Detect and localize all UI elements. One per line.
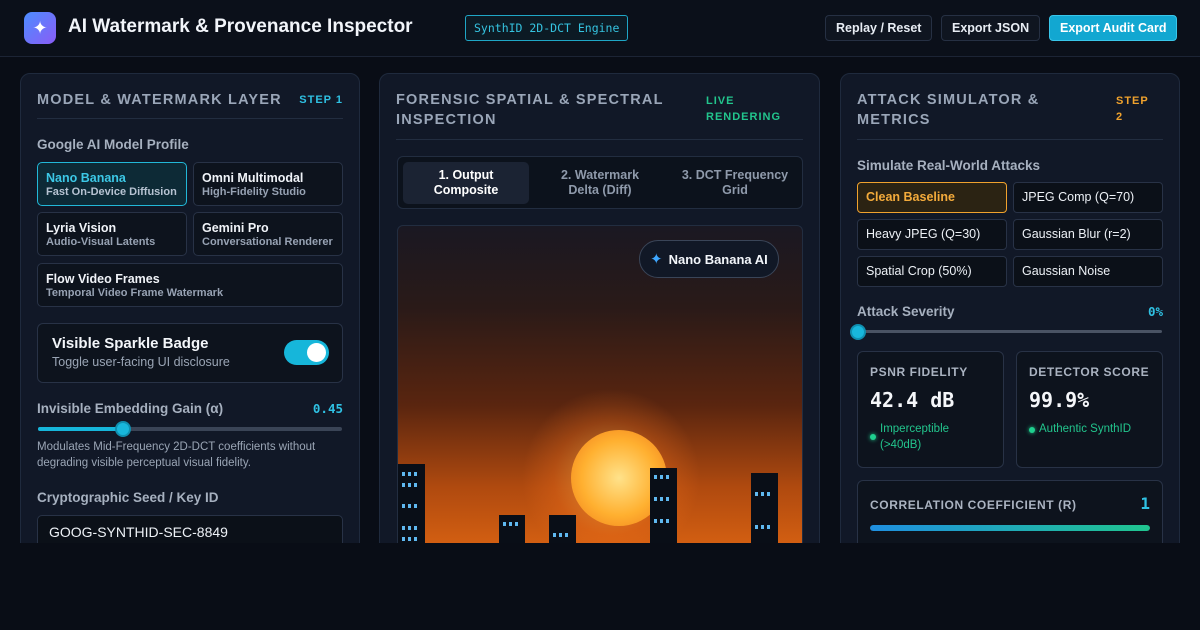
tab-dct-frequency-grid[interactable]: 3. DCT Frequency Grid [670,162,800,204]
correlation-title: CORRELATION COEFFICIENT (R) [870,498,1077,512]
sparkle-logo-icon: ✦ [24,12,56,44]
attack-heavy-jpeg-button[interactable]: Heavy JPEG (Q=30) [857,219,1007,250]
tab-label-line-1: 3. DCT Frequency [681,168,789,182]
psnr-title: PSNR FIDELITY [870,365,968,379]
psnr-metric-card: PSNR FIDELITY 42.4 dB Imperceptible (>40… [857,351,1004,468]
detector-metric-card: DETECTOR SCORE 99.9% Authentic SynthID [1016,351,1163,468]
model-profile-label: Google AI Model Profile [37,137,189,152]
model-name: Lyria Vision [46,221,117,235]
sparkle-badge-toggle[interactable] [284,340,329,365]
model-name: Flow Video Frames [46,272,160,286]
export-audit-card-button[interactable]: Export Audit Card [1049,15,1178,41]
gain-label: Invisible Embedding Gain (α) [37,401,224,416]
tab-label-line-2: Delta (Diff) [568,183,632,197]
model-desc: Temporal Video Frame Watermark [46,287,224,299]
gain-slider[interactable] [38,421,342,437]
sparkle-badge-setting: Visible Sparkle Badge Toggle user-facing… [37,323,343,383]
attack-jpeg-70-button[interactable]: JPEG Comp (Q=70) [1013,182,1163,213]
model-name: Gemini Pro [202,221,269,235]
step-label-line-1: STEP [1116,95,1149,107]
attack-simulator-panel: ATTACK SIMULATOR & METRICS STEP 2 Simula… [840,73,1180,553]
seed-label: Cryptographic Seed / Key ID [37,490,219,505]
severity-value: 0% [1147,304,1163,319]
app-title: AI Watermark & Provenance Inspector [68,16,413,37]
tab-watermark-delta[interactable]: 2. Watermark Delta (Diff) [537,162,663,204]
step-label: STEP 1 [299,94,343,106]
tab-label-line-1: 1. Output [438,168,494,182]
export-json-button[interactable]: Export JSON [941,15,1041,41]
attack-spatial-crop-button[interactable]: Spatial Crop (50%) [857,256,1007,287]
tab-label-line-2: Composite [433,183,499,197]
panel-title-line-2: INSPECTION [396,112,497,128]
model-card-nano-banana[interactable]: Nano Banana Fast On-Device Diffusion [37,162,187,206]
app-header: ✦ AI Watermark & Provenance Inspector Sy… [0,0,1200,57]
status-dot-icon [1029,427,1035,433]
gain-help-text: Modulates Mid-Frequency 2D-DCT coefficie… [37,441,316,469]
attacks-label: Simulate Real-World Attacks [857,158,1041,173]
live-status-line-2: RENDERING [706,111,782,123]
building [398,464,425,552]
model-card-gemini-pro[interactable]: Gemini Pro Conversational Renderer [193,212,343,256]
correlation-card: CORRELATION COEFFICIENT (R) 1 [857,480,1163,550]
model-card-lyria-vision[interactable]: Lyria Vision Audio-Visual Latents [37,212,187,256]
severity-label: Attack Severity [857,304,955,319]
divider [857,139,1163,140]
divider [396,139,803,140]
panel-title-line-1: ATTACK SIMULATOR & [857,92,1040,108]
toggle-knob [307,343,326,362]
panel-title-line-1: FORENSIC SPATIAL & SPECTRAL [396,92,664,108]
tab-label-line-1: 2. Watermark [560,168,640,182]
detector-title: DETECTOR SCORE [1029,365,1150,379]
live-status-line-1: LIVE [706,95,735,107]
severity-slider-handle[interactable] [850,324,866,340]
model-name: Nano Banana [46,171,126,185]
building [650,468,677,552]
psnr-status-line-1: Imperceptible [880,423,950,435]
attack-gaussian-noise-button[interactable]: Gaussian Noise [1013,256,1163,287]
panel-title: MODEL & WATERMARK LAYER [37,92,282,108]
ai-chip-label: Nano Banana AI [668,251,768,267]
badge-setting-desc: Toggle user-facing UI disclosure [52,355,230,369]
correlation-bar [870,525,1150,531]
divider [37,118,343,119]
psnr-value: 42.4 dB [870,388,955,412]
attack-gaussian-blur-button[interactable]: Gaussian Blur (r=2) [1013,219,1163,250]
model-desc: Audio-Visual Latents [46,236,156,248]
psnr-status: Imperceptible (>40dB) [880,421,995,453]
detector-value: 99.9% [1029,388,1090,412]
gain-value: 0.45 [312,401,343,416]
model-card-omni-multimodal[interactable]: Omni Multimodal High-Fidelity Studio [193,162,343,206]
badge-setting-title: Visible Sparkle Badge [52,335,209,352]
status-dot-icon [870,434,876,440]
tab-output-composite[interactable]: 1. Output Composite [403,162,529,204]
tab-label-line-2: Grid [722,183,748,197]
output-composite-image: ✦ Nano Banana AI [397,225,803,552]
correlation-bar-fill [870,525,1150,531]
engine-badge: SynthID 2D-DCT Engine [465,15,629,41]
detector-status: Authentic SynthID [1039,423,1132,435]
forensic-inspection-panel: FORENSIC SPATIAL & SPECTRAL INSPECTION L… [379,73,820,553]
correlation-value: 1 [1140,494,1150,513]
model-name: Omni Multimodal [202,171,304,185]
sparkle-icon: ✦ [650,250,663,268]
severity-slider[interactable] [850,324,1162,340]
model-watermark-panel: MODEL & WATERMARK LAYER STEP 1 Google AI… [20,73,360,553]
page-background [0,543,1200,630]
attack-clean-baseline-button[interactable]: Clean Baseline [857,182,1007,213]
model-card-flow-video-frames[interactable]: Flow Video Frames Temporal Video Frame W… [37,263,343,307]
replay-reset-button[interactable]: Replay / Reset [825,15,933,41]
inspection-tabs: 1. Output Composite 2. Watermark Delta (… [397,156,803,209]
ai-disclosure-chip: ✦ Nano Banana AI [639,240,779,278]
step-label-line-2: 2 [1116,111,1124,123]
psnr-status-line-2: (>40dB) [880,439,922,451]
gain-slider-fill [38,427,124,431]
model-desc: Fast On-Device Diffusion [46,186,177,198]
model-desc: Conversational Renderer [202,236,333,248]
model-desc: High-Fidelity Studio [202,186,306,198]
panel-title-line-2: METRICS [857,112,931,128]
building [751,473,778,552]
gain-slider-handle[interactable] [115,421,132,437]
